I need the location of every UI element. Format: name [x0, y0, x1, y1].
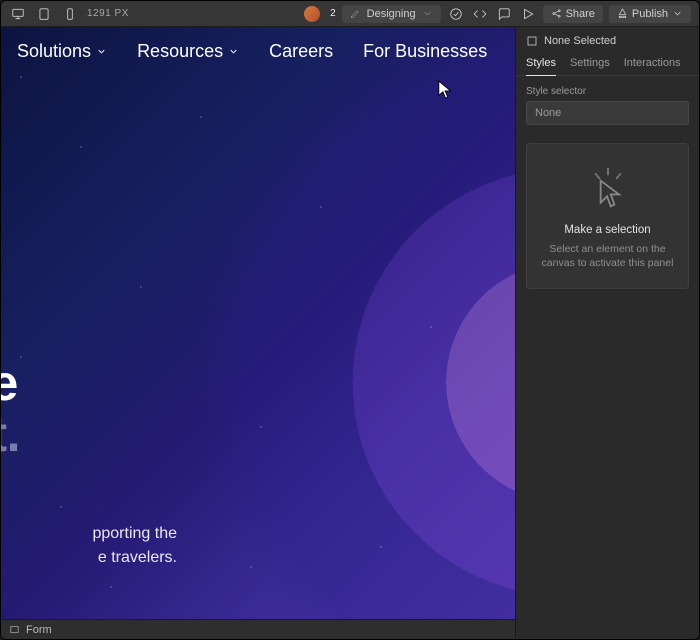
main-area: Solutions Resources Careers For Business… — [1, 27, 699, 639]
form-icon — [9, 624, 20, 635]
code-icon[interactable] — [471, 5, 489, 23]
selection-placeholder: Make a selection Select an element on th… — [526, 143, 689, 289]
viewport-tablet-icon[interactable] — [35, 5, 53, 23]
viewport-group: 1291 PX — [9, 5, 129, 23]
canvas-width-label: 1291 PX — [87, 8, 129, 19]
chevron-down-icon — [228, 46, 239, 57]
hero-line: nine — [1, 355, 18, 411]
avatar[interactable] — [304, 6, 320, 22]
site-nav: Solutions Resources Careers For Business… — [17, 41, 487, 62]
selection-label: None Selected — [544, 35, 616, 47]
nav-item-for-businesses[interactable]: For Businesses — [363, 41, 487, 62]
chevron-down-icon — [96, 46, 107, 57]
placeholder-desc: Select an element on the canvas to activ… — [539, 242, 676, 270]
viewport-mobile-icon[interactable] — [61, 5, 79, 23]
share-button[interactable]: Share — [543, 5, 603, 23]
nav-item-careers[interactable]: Careers — [269, 41, 333, 62]
top-toolbar: 1291 PX 2 Designing Share Publish — [1, 1, 699, 27]
share-label: Share — [566, 8, 595, 20]
preview-icon[interactable] — [519, 5, 537, 23]
hero-body-line: e travelers. — [98, 549, 177, 566]
nav-label: Solutions — [17, 41, 91, 62]
mode-switcher[interactable]: Designing — [342, 5, 441, 23]
hero-body-line: pporting the — [92, 525, 177, 542]
cursor-click-icon — [586, 166, 630, 210]
collab-group: 2 — [304, 6, 336, 22]
placeholder-title: Make a selection — [539, 224, 676, 236]
hero-heading: al nine that. — [1, 307, 177, 460]
comment-icon[interactable] — [495, 5, 513, 23]
nav-label: For Businesses — [363, 41, 487, 62]
share-icon — [551, 8, 562, 19]
square-icon — [526, 35, 538, 47]
publish-label: Publish — [632, 8, 668, 20]
chevron-down-icon — [672, 8, 683, 19]
viewport-desktop-icon[interactable] — [9, 5, 27, 23]
canvas-breadcrumb-bar: Form — [1, 619, 515, 639]
publish-button[interactable]: Publish — [609, 5, 691, 23]
breadcrumb-label[interactable]: Form — [26, 624, 52, 636]
nav-item-resources[interactable]: Resources — [137, 41, 239, 62]
nav-label: Careers — [269, 41, 333, 62]
design-icon — [350, 8, 361, 19]
canvas-wrap: Solutions Resources Careers For Business… — [1, 27, 515, 639]
hero-text: al nine that. pporting the e travelers. — [1, 307, 177, 570]
hero-line-muted: that. — [1, 406, 20, 462]
panel-tabs: Styles Settings Interactions — [516, 53, 699, 76]
mode-label: Designing — [367, 8, 416, 20]
check-icon[interactable] — [447, 5, 465, 23]
tab-styles[interactable]: Styles — [526, 57, 556, 76]
nav-label: Resources — [137, 41, 223, 62]
style-selector-input[interactable]: None — [526, 101, 689, 125]
right-panel: None Selected Styles Settings Interactio… — [515, 27, 699, 639]
chevron-down-icon — [422, 8, 433, 19]
style-selector-label: Style selector — [516, 76, 699, 101]
collaborator-count: 2 — [330, 8, 336, 19]
selection-indicator: None Selected — [516, 27, 699, 53]
publish-icon — [617, 8, 628, 19]
nav-item-solutions[interactable]: Solutions — [17, 41, 107, 62]
tab-interactions[interactable]: Interactions — [624, 57, 681, 75]
hero-body: pporting the e travelers. — [1, 522, 177, 570]
cursor-icon — [437, 79, 455, 106]
canvas[interactable]: Solutions Resources Careers For Business… — [1, 27, 515, 619]
tab-settings[interactable]: Settings — [570, 57, 610, 75]
